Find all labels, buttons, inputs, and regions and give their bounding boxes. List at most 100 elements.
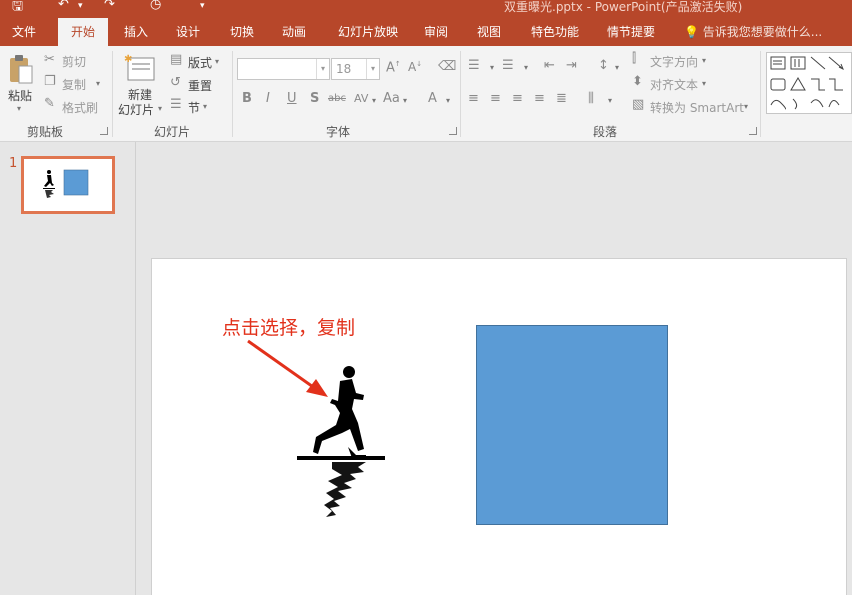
new-slide-dropdown-icon[interactable]: ▾ (158, 104, 162, 113)
align-text-dropdown-icon[interactable]: ▾ (702, 79, 706, 88)
tab-design[interactable]: 设计 (166, 18, 210, 46)
numbering-dropdown-icon[interactable]: ▾ (524, 63, 528, 72)
paste-icon[interactable] (8, 54, 34, 86)
new-slide-icon[interactable]: ✱ (124, 52, 156, 82)
change-case-dropdown-icon[interactable]: ▾ (403, 96, 407, 105)
tab-animations[interactable]: 动画 (272, 18, 316, 46)
tab-home[interactable]: 开始 (58, 18, 108, 46)
convert-smartart-button[interactable]: 转换为 SmartArt (650, 99, 744, 116)
runner-silhouette[interactable] (292, 359, 392, 529)
layout-button[interactable]: 版式 (188, 54, 212, 71)
group-divider (232, 51, 233, 137)
bullets-dropdown-icon[interactable]: ▾ (490, 63, 494, 72)
slide-thumbnail[interactable] (21, 156, 115, 214)
present-icon[interactable]: ◷ (150, 0, 161, 12)
text-direction-button[interactable]: 文字方向 (650, 53, 698, 70)
paragraph-group-label: 段落 (592, 125, 617, 139)
line-spacing-dropdown-icon[interactable]: ▾ (615, 63, 619, 72)
underline-button[interactable]: U (287, 91, 297, 106)
smartart-dropdown-icon[interactable]: ▾ (744, 102, 748, 111)
font-group-label: 字体 (325, 125, 350, 139)
font-name-select[interactable]: ▾ (237, 58, 330, 80)
undo-icon[interactable]: ↶ (58, 0, 69, 12)
format-painter-icon: ✎ (44, 96, 55, 111)
decrease-indent-icon[interactable]: ⇤ (544, 58, 555, 73)
reset-button[interactable]: 重置 (188, 77, 212, 94)
copy-icon: ❐ (44, 74, 56, 89)
shapes-gallery[interactable] (766, 52, 852, 114)
italic-button[interactable]: I (266, 91, 270, 106)
tab-view[interactable]: 视图 (468, 18, 510, 46)
section-icon: ☰ (170, 97, 182, 112)
redo-icon[interactable]: ↷ (104, 0, 115, 12)
section-dropdown-icon[interactable]: ▾ (203, 102, 207, 111)
align-left-icon[interactable]: ≡ (468, 91, 479, 106)
paragraph-launcher-icon[interactable] (749, 127, 757, 135)
slide-number: 1 (9, 156, 18, 171)
ribbon: 粘贴 ▾ ✂ 剪切 ❐ 复制 ▾ ✎ 格式刷 剪贴板 ✱ 新建 幻灯片 ▾ ▤ … (0, 46, 852, 142)
font-color-dropdown-icon[interactable]: ▾ (446, 96, 450, 105)
tab-file[interactable]: 文件 (0, 18, 48, 46)
section-button[interactable]: 节 (188, 99, 200, 116)
clipboard-group-label: 剪贴板 (26, 125, 63, 139)
tell-me-box[interactable]: 💡 告诉我您想要做什么... (684, 18, 822, 46)
thumbnail-preview (43, 169, 89, 198)
clipboard-launcher-icon[interactable] (100, 127, 108, 135)
numbering-icon[interactable]: ☰ (502, 58, 514, 73)
tab-insert[interactable]: 插入 (114, 18, 158, 46)
chevron-down-icon[interactable]: ▾ (366, 59, 379, 79)
columns-dropdown-icon[interactable]: ▾ (608, 96, 612, 105)
line-spacing-icon[interactable]: ↕ (598, 58, 609, 73)
copy-button[interactable]: 复制 (62, 76, 86, 93)
scissors-icon: ✂ (44, 52, 55, 67)
tab-transitions[interactable]: 切换 (220, 18, 264, 46)
svg-text:✱: ✱ (124, 54, 132, 65)
align-center-icon[interactable]: ≡ (490, 91, 501, 106)
tab-review[interactable]: 审阅 (416, 18, 456, 46)
font-color-button[interactable]: A (428, 91, 437, 106)
blue-rectangle-shape[interactable] (476, 325, 668, 525)
char-spacing-button[interactable]: AV (354, 92, 368, 105)
shrink-font-icon[interactable]: A↓ (408, 60, 422, 74)
align-right-icon[interactable]: ≡ (512, 91, 523, 106)
shadow-button[interactable]: S (310, 91, 319, 106)
cut-button[interactable]: 剪切 (62, 53, 86, 70)
font-size-select[interactable]: 18 ▾ (331, 58, 380, 80)
distributed-icon[interactable]: ≣ (556, 91, 567, 106)
new-slide-label-2[interactable]: 幻灯片 (118, 101, 154, 118)
bold-button[interactable]: B (242, 91, 252, 106)
format-painter-button[interactable]: 格式刷 (62, 99, 98, 116)
increase-indent-icon[interactable]: ⇥ (566, 58, 577, 73)
reset-icon: ↺ (170, 75, 181, 90)
callout-annotation: 点击选择，复制 (222, 317, 356, 339)
save-icon[interactable]: 🖫 (12, 0, 23, 18)
tell-me-placeholder: 告诉我您想要做什么... (702, 25, 823, 39)
paste-button-label[interactable]: 粘贴 (8, 87, 32, 104)
slide[interactable]: 点击选择，复制 (151, 258, 847, 595)
bullets-icon[interactable]: ☰ (468, 58, 480, 73)
layout-icon: ▤ (170, 52, 183, 67)
font-launcher-icon[interactable] (449, 127, 457, 135)
tab-special[interactable]: 特色功能 (524, 18, 586, 46)
align-text-button[interactable]: 对齐文本 (650, 76, 698, 93)
tab-slideshow[interactable]: 幻灯片放映 (330, 18, 406, 46)
clear-format-icon[interactable]: ⌫ (438, 59, 456, 74)
columns-icon[interactable]: ⫼ (588, 91, 594, 106)
grow-font-icon[interactable]: A↑ (386, 60, 401, 75)
slides-group-label: 幻灯片 (153, 125, 190, 139)
copy-dropdown-icon[interactable]: ▾ (96, 79, 100, 88)
change-case-button[interactable]: Aa (383, 91, 400, 106)
strikethrough-button[interactable]: abc (328, 93, 346, 104)
paste-dropdown-icon[interactable]: ▾ (17, 104, 21, 113)
char-spacing-dropdown-icon[interactable]: ▾ (372, 96, 376, 105)
chevron-down-icon[interactable]: ▾ (316, 59, 329, 79)
lightbulb-icon: 💡 (684, 25, 699, 39)
layout-dropdown-icon[interactable]: ▾ (215, 57, 219, 66)
group-divider (460, 51, 461, 137)
justify-icon[interactable]: ≡ (534, 91, 545, 106)
smartart-icon: ▧ (632, 97, 645, 112)
customize-icon[interactable]: ▾ (200, 1, 205, 11)
text-direction-dropdown-icon[interactable]: ▾ (702, 56, 706, 65)
tab-storyboard[interactable]: 情节提要 (600, 18, 662, 46)
undo-dropdown-icon[interactable]: ▾ (78, 1, 83, 11)
